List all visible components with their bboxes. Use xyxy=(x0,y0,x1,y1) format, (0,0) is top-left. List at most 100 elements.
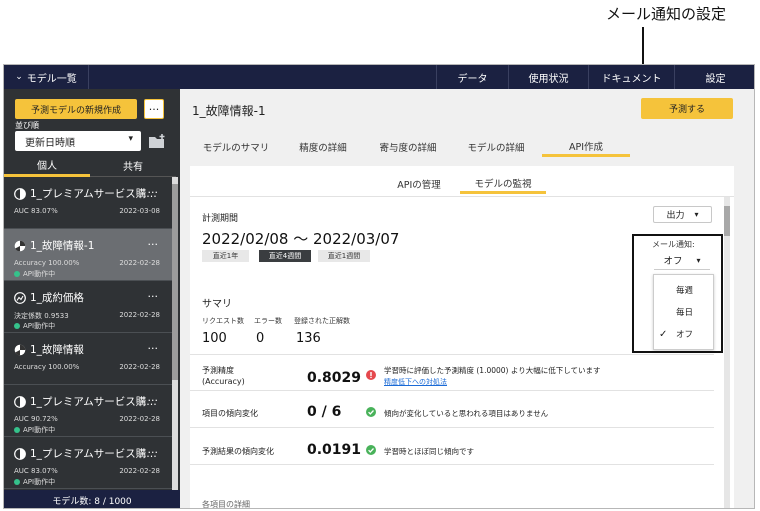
accuracy-help-link[interactable]: 精度低下への対処法 xyxy=(384,377,447,387)
model-card[interactable]: 1_プレミアムサービス購… ··· AUC 90.72% 2022-02-28 API動… xyxy=(4,385,174,437)
model-card[interactable]: 1_故障情報-1 ··· Accuracy 100.00% 2022-02-28 API… xyxy=(4,229,174,281)
pred-trend-message: 学習時とほぼ同じ傾向です xyxy=(384,447,474,456)
mail-notify-dropdown: 毎週 毎日 ✓ オフ xyxy=(653,274,714,350)
model-menu-button[interactable]: ··· xyxy=(148,238,159,251)
tab-accuracy[interactable]: 精度の詳細 xyxy=(282,137,364,157)
top-bar: ⌄ モデル一覧 データ 使用状況 ドキュメント 設定 xyxy=(4,65,754,89)
chevron-down-icon: ▾ xyxy=(128,134,133,144)
trend-value: 0 / 6 xyxy=(307,404,342,420)
chevron-down-icon: ▾ xyxy=(694,210,699,219)
requests-label: リクエスト数 xyxy=(202,317,244,325)
model-date: 2022-02-28 xyxy=(119,415,160,423)
warning-icon xyxy=(366,370,376,380)
trend-message: 傾向が変化していると思われる項目はありません xyxy=(384,409,549,418)
period-1w-button[interactable]: 直近1週間 xyxy=(318,250,370,262)
tab-summary[interactable]: モデルのサマリ xyxy=(190,137,282,157)
nav-docs[interactable]: ドキュメント xyxy=(588,65,674,89)
model-menu-button[interactable]: ··· xyxy=(148,342,159,355)
divider xyxy=(190,196,734,197)
model-card[interactable]: 1_プレミアムサービス購… ··· AUC 83.07% 2022-02-28 API動… xyxy=(4,437,174,489)
mail-notify-label: メール通知: xyxy=(652,240,695,249)
subtab-api-manage[interactable]: APIの管理 xyxy=(386,174,452,194)
status-dot-icon xyxy=(14,479,20,485)
output-button[interactable]: 出力 ▾ xyxy=(653,206,712,223)
half-circle-icon xyxy=(14,188,26,200)
api-status-label: API動作中 xyxy=(23,270,56,278)
summary-title: サマリ xyxy=(202,299,232,310)
model-card[interactable]: 1_プレミアムサービス購… ··· AUC 83.07% 2022-03-08 xyxy=(4,177,174,229)
model-name: 1_プレミアムサービス購… xyxy=(30,396,157,408)
model-menu-button[interactable]: ··· xyxy=(148,186,159,199)
api-status-label: API動作中 xyxy=(23,426,56,434)
half-circle-icon xyxy=(14,396,26,408)
mail-option-daily[interactable]: 毎日 xyxy=(654,301,715,323)
sort-select[interactable]: 更新日時順 ▾ xyxy=(15,131,141,151)
predict-button[interactable]: 予測する xyxy=(641,98,733,119)
mail-option-weekly[interactable]: 毎週 xyxy=(654,279,715,301)
model-metric: Accuracy 100.00% xyxy=(14,259,80,267)
status-dot-icon xyxy=(14,323,20,329)
accuracy-value: 0.8029 xyxy=(307,370,362,386)
model-menu-button[interactable]: ··· xyxy=(148,446,159,459)
accuracy-label: 予測精度 (Accuracy) xyxy=(202,366,245,386)
period-4w-button[interactable]: 直近4週間 xyxy=(259,250,311,262)
period-1y-button[interactable]: 直近1年 xyxy=(202,250,249,262)
nav-settings[interactable]: 設定 xyxy=(674,65,754,89)
divider xyxy=(190,354,714,355)
errors-value: 0 xyxy=(256,331,265,346)
mail-notify-select[interactable]: オフ ▾ xyxy=(654,251,710,270)
pred-trend-value: 0.0191 xyxy=(307,442,362,458)
add-folder-icon[interactable] xyxy=(148,133,166,149)
model-menu-button[interactable]: ··· xyxy=(148,394,159,407)
model-menu-button[interactable]: ··· xyxy=(148,290,159,303)
divider xyxy=(190,427,714,428)
sort-value: 更新日時順 xyxy=(25,137,75,149)
model-name: 1_故障情報 xyxy=(30,344,84,356)
tab-model-detail[interactable]: モデルの詳細 xyxy=(452,137,540,157)
mail-notify-value: オフ xyxy=(663,256,683,267)
check-icon: ✓ xyxy=(659,328,668,340)
tab-api[interactable]: API作成 xyxy=(542,137,630,157)
model-card[interactable]: 1_成約価格 ··· 決定係数 0.9533 2022-02-28 API動作中 xyxy=(4,281,174,333)
api-status: API動作中 xyxy=(14,477,55,487)
new-model-button[interactable]: 予測モデルの新規作成 xyxy=(15,99,137,119)
output-label: 出力 xyxy=(666,211,685,221)
mail-notify-highlight: メール通知: オフ ▾ 毎週 毎日 ✓ オフ xyxy=(632,234,723,353)
model-list-label: モデル一覧 xyxy=(26,73,77,85)
regression-icon xyxy=(14,292,26,304)
model-name: 1_プレミアムサービス購… xyxy=(30,188,157,200)
model-date: 2022-02-28 xyxy=(119,363,160,371)
check-circle-icon xyxy=(366,445,376,455)
registered-label: 登録された正解数 xyxy=(294,317,350,325)
subtab-monitoring[interactable]: モデルの監視 xyxy=(460,174,546,194)
multiclass-icon xyxy=(14,240,26,252)
model-card[interactable]: 1_故障情報 ··· Accuracy 100.00% 2022-02-28 xyxy=(4,333,174,385)
model-date: 2022-02-28 xyxy=(119,467,160,475)
section-label: 各項目の詳細 xyxy=(202,500,250,509)
mail-option-off[interactable]: ✓ オフ xyxy=(654,323,715,345)
chevron-down-icon: ⌄ xyxy=(15,72,23,82)
main-scroll-thumb[interactable] xyxy=(724,206,730,236)
model-metric: AUC 90.72% xyxy=(14,415,58,423)
model-date: 2022-03-08 xyxy=(119,207,160,215)
mail-option-off-label: オフ xyxy=(675,330,693,340)
status-dot-icon xyxy=(14,271,20,277)
divider xyxy=(190,390,714,391)
sidebar-scroll-thumb[interactable] xyxy=(172,184,178,380)
registered-value: 136 xyxy=(296,331,321,346)
page-title: 1_故障情報-1 xyxy=(192,104,266,118)
accuracy-message: 学習時に評価した予測精度 (1.0000) より大幅に低下しています xyxy=(384,366,601,375)
tab-shared[interactable]: 共有 xyxy=(90,155,176,177)
annotation-label: メール通知の設定 xyxy=(606,5,727,23)
divider xyxy=(190,464,714,465)
more-button[interactable]: ··· xyxy=(144,99,164,119)
check-circle-icon xyxy=(366,407,376,417)
tab-contribution[interactable]: 寄与度の詳細 xyxy=(364,137,452,157)
nav-usage[interactable]: 使用状況 xyxy=(508,65,588,89)
nav-data[interactable]: データ xyxy=(436,65,508,89)
model-list-menu[interactable]: ⌄ モデル一覧 xyxy=(4,65,89,89)
main-scrollbar[interactable] xyxy=(724,197,730,508)
half-circle-icon xyxy=(14,448,26,460)
tab-personal[interactable]: 個人 xyxy=(4,155,90,177)
api-status: API動作中 xyxy=(14,269,55,279)
